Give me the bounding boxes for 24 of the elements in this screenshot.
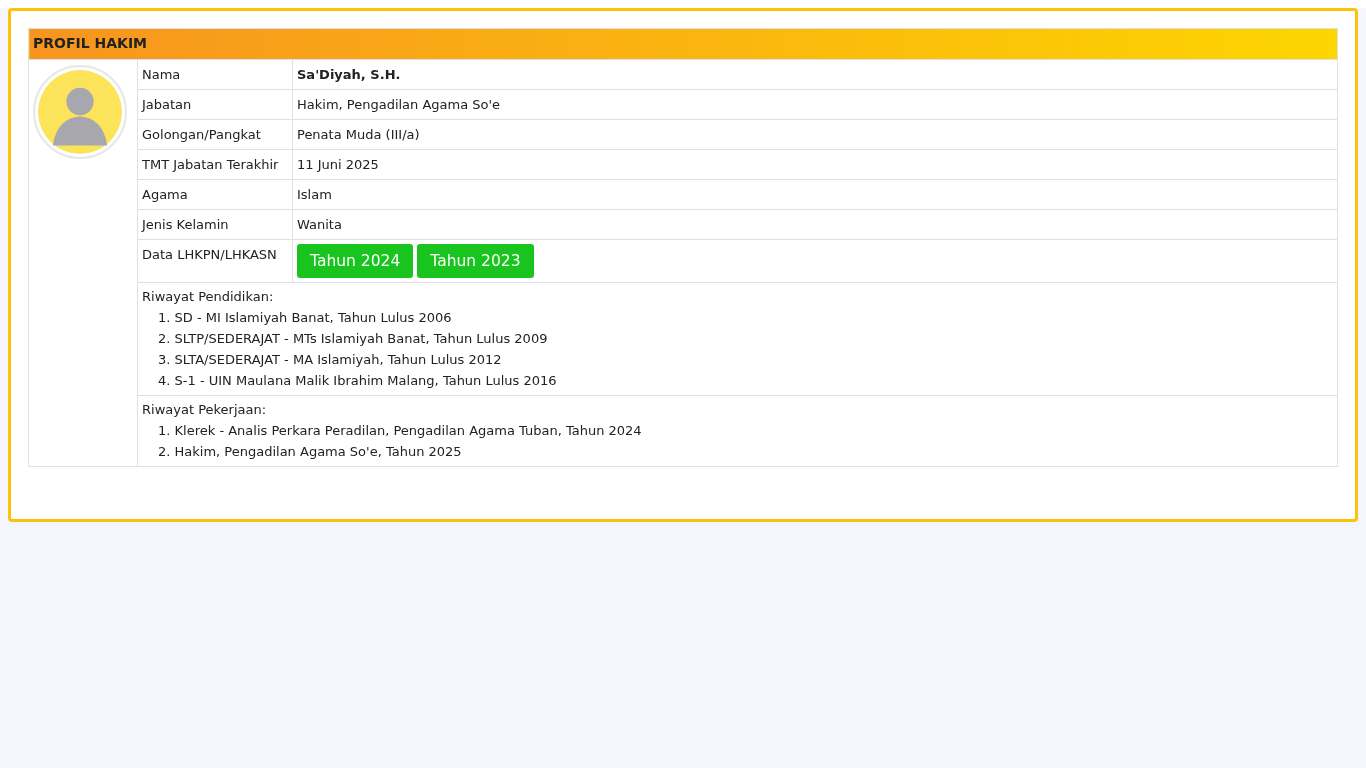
field-value: Penata Muda (III/a) [297,127,420,142]
field-label: Data LHKPN/LHKASN [137,239,293,283]
field-label: Agama [137,179,293,210]
field-value: Hakim, Pengadilan Agama So'e [297,97,501,112]
list-item: 1. SD - MI Islamiyah Banat, Tahun Lulus 2006 [158,310,452,325]
list-item: 1. Klerek - Analis Perkara Peradilan, Pengadilan Agama Tuban, Tahun 2024 [158,423,642,438]
list-item: 4. S-1 - UIN Maulana Malik Ibrahim Malang, Tahun Lulus 2016 [158,373,557,388]
field-label: Jabatan [137,89,293,120]
section-title: Riwayat Pekerjaan: [142,402,267,417]
field-value: Sa'Diyah, S.H. [297,67,401,82]
section-title: Riwayat Pendidikan: [142,289,274,304]
field-label: Nama [137,59,293,90]
list-item: 2. SLTP/SEDERAJAT - MTs Islamiyah Banat, Tahun Lulus 2009 [158,331,548,346]
year-button[interactable]: Tahun 2024 [297,244,414,278]
field-value: 11 Juni 2025 [297,157,379,172]
field-label: Jenis Kelamin [137,209,293,240]
panel-title: PROFIL HAKIM [28,28,1338,60]
list-item: 3. SLTA/SEDERAJAT - MA Islamiyah, Tahun Lulus 2012 [158,352,502,367]
field-value: Wanita [297,217,342,232]
field-label: TMT Jabatan Terakhir [137,149,293,180]
field-value: Islam [297,187,332,202]
field-label: Golongan/Pangkat [137,119,293,150]
year-button[interactable]: Tahun 2023 [417,244,534,278]
list-item: 2. Hakim, Pengadilan Agama So'e, Tahun 2025 [158,444,462,459]
